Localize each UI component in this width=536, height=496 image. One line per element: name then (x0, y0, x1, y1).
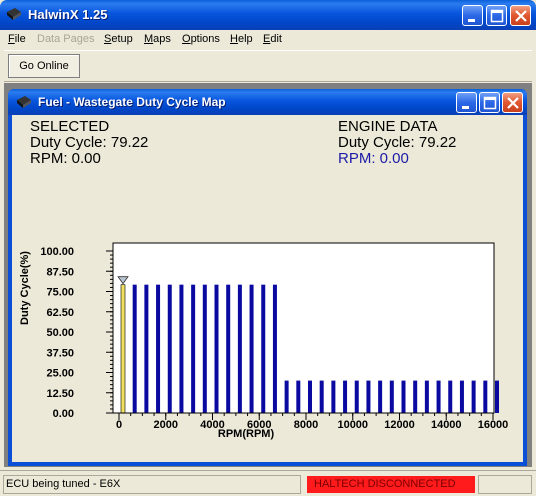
chart-bar (144, 284, 149, 413)
child-maximize-button[interactable] (479, 92, 500, 113)
chart-bar (459, 380, 464, 413)
menu-setup[interactable]: Setup (104, 33, 133, 45)
y-tick-label: 100.00 (40, 246, 74, 258)
child-titlebar[interactable]: Fuel - Wastegate Duty Cycle Map (8, 89, 527, 115)
chart-bar (471, 380, 476, 413)
x-tick-label: 4000 (200, 419, 224, 431)
chart-bar (284, 380, 289, 413)
go-online-button[interactable]: Go Online (8, 54, 80, 78)
child-window-title: Fuel - Wastegate Duty Cycle Map (38, 95, 226, 109)
y-tick-label: 25.00 (46, 368, 74, 380)
connection-status-badge: HALTECH DISCONNECTED (307, 476, 475, 493)
x-tick-label: 14000 (431, 419, 462, 431)
chart-bar (495, 380, 499, 413)
chart-bar (413, 380, 418, 413)
x-tick-label: 2000 (154, 419, 178, 431)
chart-bar (249, 284, 254, 413)
engine-rpm: RPM: 0.00 (338, 150, 409, 167)
chart-bar (261, 284, 266, 413)
y-tick-label: 62.50 (46, 307, 74, 319)
chart-bar (132, 284, 137, 413)
engine-duty-cycle: Duty Cycle: 79.22 (338, 134, 457, 151)
selected-duty-cycle: Duty Cycle: 79.22 (30, 134, 149, 151)
chart-bar (378, 380, 383, 413)
chart-bar (156, 284, 161, 413)
chart-bar (319, 380, 324, 413)
status-bar: ECU being tuned - E6X HALTECH DISCONNECT… (0, 470, 536, 496)
y-tick-label: 50.00 (46, 327, 74, 339)
maximize-button[interactable] (486, 5, 507, 26)
menu-options[interactable]: Options (182, 33, 220, 45)
menu-file[interactable]: File (8, 33, 26, 45)
chart-bar (331, 380, 336, 413)
status-panel-empty (478, 475, 532, 494)
selected-heading: SELECTED (30, 118, 110, 135)
minimize-button[interactable] (462, 5, 483, 26)
x-tick-label: 16000 (478, 419, 509, 431)
chart-bar (366, 380, 371, 413)
menu-edit[interactable]: Edit (263, 33, 282, 45)
close-button[interactable] (510, 5, 531, 26)
main-titlebar[interactable]: HalwinX 1.25 (0, 0, 536, 30)
y-tick-label: 12.50 (46, 388, 74, 400)
chart-bar (354, 380, 359, 413)
chart-bar (179, 284, 184, 413)
chart-bar (308, 380, 312, 413)
chart-bar (296, 380, 301, 413)
duty-cycle-chart[interactable]: Duty Cycle(%) RPM(RPM) 100.0087.5075.006… (12, 215, 523, 445)
chart-bar (214, 284, 219, 413)
chart-bar (167, 284, 172, 413)
halwin-app-icon (17, 96, 31, 108)
minimize-icon (462, 106, 469, 109)
selected-rpm: RPM: 0.00 (30, 150, 101, 167)
chart-bar (226, 284, 231, 413)
chart-bar (272, 284, 277, 413)
minimize-icon (468, 19, 475, 22)
maximize-icon (490, 9, 504, 23)
chart-bar (343, 380, 348, 413)
close-icon (515, 10, 527, 22)
chart-bar (237, 284, 242, 413)
app-title: HalwinX 1.25 (28, 7, 108, 22)
chart-bar (483, 380, 488, 413)
status-ecu-text: ECU being tuned - E6X (3, 475, 301, 494)
child-close-button[interactable] (502, 92, 523, 113)
chart-bar (202, 284, 207, 413)
chart-bar (389, 380, 394, 413)
y-tick-label: 37.50 (46, 347, 74, 359)
y-tick-label: 0.00 (53, 408, 74, 420)
x-tick-label: 0 (116, 419, 122, 431)
close-icon (507, 97, 519, 109)
x-tick-label: 12000 (384, 419, 415, 431)
menu-help[interactable]: Help (230, 33, 253, 45)
chart-bar (424, 380, 429, 413)
toolbar: Go Online (4, 50, 532, 82)
selected-bar (120, 284, 126, 414)
wastegate-map-window: Fuel - Wastegate Duty Cycle Map SELECTED… (8, 89, 527, 466)
chart-bar (448, 380, 453, 413)
child-minimize-button[interactable] (456, 92, 477, 113)
menu-bar: File Data Pages Setup Maps Options Help … (4, 30, 532, 49)
menu-maps[interactable]: Maps (144, 33, 171, 45)
y-tick-label: 75.00 (46, 287, 74, 299)
menu-data-pages[interactable]: Data Pages (37, 33, 94, 45)
x-tick-label: 10000 (337, 419, 368, 431)
maximize-icon (483, 96, 497, 110)
chart-bar (191, 284, 196, 413)
engine-data-heading: ENGINE DATA (338, 118, 438, 135)
x-tick-label: 8000 (294, 419, 318, 431)
y-tick-label: 87.50 (46, 266, 74, 278)
halwin-app-icon (7, 8, 21, 20)
chart-bar (436, 380, 441, 413)
y-axis-label: Duty Cycle(%) (19, 251, 31, 325)
x-tick-label: 6000 (247, 419, 271, 431)
chart-bar (401, 380, 406, 413)
child-body: SELECTED Duty Cycle: 79.22 RPM: 0.00 ENG… (12, 115, 523, 462)
